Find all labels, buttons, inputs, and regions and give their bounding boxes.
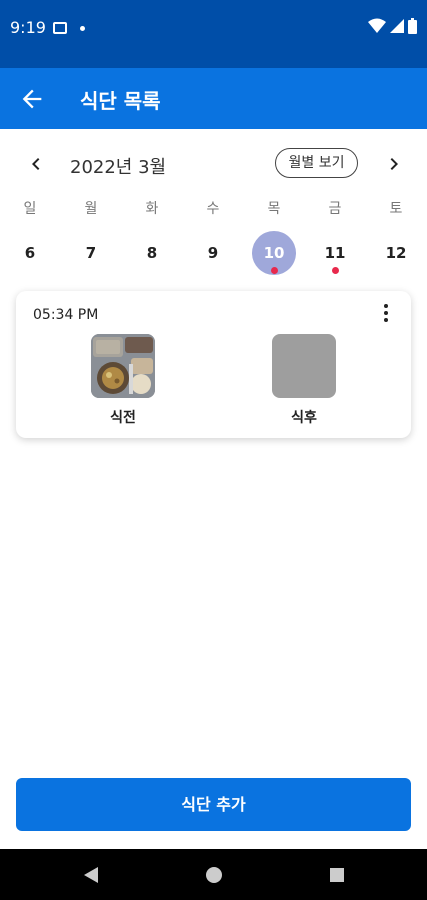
day-tue[interactable]: 화 8 [132, 198, 172, 273]
food-tray-image [91, 334, 155, 398]
day-number[interactable]: 11 [315, 233, 355, 273]
weekday-label: 월 [84, 201, 98, 217]
page-title: 식단 목록 [80, 89, 161, 113]
meal-after-label: 식후 [291, 410, 317, 426]
meal-before[interactable]: 식전 [78, 334, 168, 427]
status-time: 9:19 [10, 18, 46, 37]
weekday-label: 목 [267, 201, 281, 217]
notification-icon [53, 22, 67, 34]
day-number-selected[interactable]: 10 [252, 231, 296, 275]
weekday-label: 토 [389, 201, 403, 217]
day-sat[interactable]: 토 12 [376, 198, 416, 273]
month-view-button[interactable]: 월별 보기 [275, 148, 358, 178]
day-fri[interactable]: 금 11 [315, 198, 355, 274]
meal-photo-after-placeholder[interactable] [272, 334, 336, 398]
signal-icon [390, 19, 404, 33]
day-thu[interactable]: 목 10 [252, 198, 296, 275]
app-bar: 식단 목록 [0, 68, 427, 129]
day-number[interactable]: 7 [71, 233, 111, 273]
month-navigator: 2022년 3월 월별 보기 [0, 146, 427, 182]
chevron-right-icon[interactable] [382, 152, 406, 176]
more-vert-icon[interactable] [383, 304, 389, 324]
nav-home-icon[interactable] [205, 865, 223, 885]
meal-card[interactable]: 05:34 PM 식전 식후 [16, 291, 411, 438]
day-mon[interactable]: 월 7 [71, 198, 111, 273]
weekday-label: 화 [145, 201, 159, 217]
day-wed[interactable]: 수 9 [193, 198, 233, 273]
day-number[interactable]: 8 [132, 233, 172, 273]
weekday-label: 일 [23, 201, 37, 217]
meal-photo-before[interactable] [91, 334, 155, 398]
wifi-icon [368, 18, 386, 33]
status-icons [368, 18, 417, 34]
meal-before-label: 식전 [110, 410, 136, 426]
status-bar: 9:19 [0, 0, 427, 68]
notification-dot-icon [80, 26, 85, 31]
chevron-left-icon[interactable] [24, 152, 48, 176]
day-number[interactable]: 9 [193, 233, 233, 273]
add-meal-button[interactable]: 식단 추가 [16, 778, 411, 831]
day-number[interactable]: 12 [376, 233, 416, 273]
nav-back-icon[interactable] [82, 865, 100, 885]
weekday-label: 금 [328, 201, 342, 217]
weekday-label: 수 [206, 201, 220, 217]
system-nav-bar [0, 849, 427, 900]
meal-after[interactable]: 식후 [259, 334, 349, 427]
back-arrow-icon[interactable] [18, 85, 46, 113]
battery-icon [408, 18, 417, 34]
day-sun[interactable]: 일 6 [10, 198, 50, 273]
nav-recents-icon[interactable] [328, 865, 346, 885]
day-number[interactable]: 6 [10, 233, 50, 273]
meal-time: 05:34 PM [33, 307, 99, 323]
current-month: 2022년 3월 [70, 157, 167, 178]
